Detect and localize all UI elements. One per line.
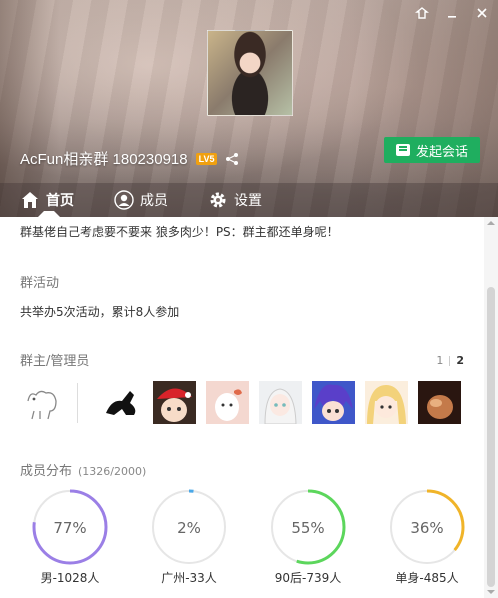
level-badge: LV5 <box>195 152 218 165</box>
stat-percent: 55% <box>291 519 325 537</box>
tab-members-label: 成员 <box>140 193 168 209</box>
group-name: AcFun相亲群 180230918 <box>20 151 188 168</box>
tab-home-label: 首页 <box>46 193 74 209</box>
stat-label: 男-1028人 <box>40 571 100 585</box>
member-count: (1326/2000) <box>78 465 147 478</box>
tab-settings[interactable]: 设置 <box>188 183 282 217</box>
chat-icon <box>395 144 410 156</box>
gear-icon <box>210 192 226 208</box>
admin-divider <box>77 382 78 423</box>
group-header: AcFun相亲群 180230918 LV5 发起会话 首页 成员 设置 <box>0 0 498 217</box>
admins-title: 群主/管理员 <box>20 354 90 369</box>
skin-icon[interactable] <box>414 6 430 22</box>
tab-settings-label: 设置 <box>234 193 262 209</box>
scroll-down-icon[interactable] <box>487 590 495 594</box>
tab-bar: 首页 成员 设置 <box>0 183 498 217</box>
home-icon <box>22 192 38 208</box>
home-content: 群基佬自己考虑要不要来 狼多肉少！PS：群主都还单身呢！ 群活动 共举办5次活动… <box>0 217 484 598</box>
admin-avatar-2[interactable] <box>153 381 196 424</box>
close-icon[interactable] <box>474 6 490 22</box>
scroll-up-icon[interactable] <box>487 221 495 225</box>
admin-avatar-5[interactable] <box>312 381 355 424</box>
admin-avatar-7[interactable] <box>418 381 461 424</box>
admin-avatar-3[interactable] <box>206 381 249 424</box>
pager-divider <box>449 355 451 366</box>
vertical-scrollbar[interactable] <box>484 217 498 598</box>
window-controls <box>414 6 490 22</box>
pager-page-2[interactable]: 2 <box>456 354 464 367</box>
stat-single[interactable]: 36% 单身-485人 <box>377 489 477 586</box>
admin-avatar-owner[interactable] <box>20 381 63 424</box>
start-chat-button[interactable]: 发起会话 <box>384 137 480 163</box>
stat-label: 广州-33人 <box>161 571 217 585</box>
stat-label: 单身-485人 <box>395 571 459 585</box>
members-heading: 成员分布 (1326/2000) <box>20 460 146 479</box>
stat-percent: 2% <box>177 519 201 537</box>
admin-avatar-1[interactable] <box>100 381 143 424</box>
start-chat-label: 发起会话 <box>415 144 468 160</box>
stat-label: 90后-739人 <box>274 571 342 585</box>
tab-home[interactable]: 首页 <box>0 183 94 217</box>
activity-text[interactable]: 共举办5次活动，累计8人参加 <box>20 303 179 320</box>
members-title: 成员分布 <box>20 464 73 479</box>
share-icon[interactable] <box>225 152 239 166</box>
admin-avatar-4[interactable] <box>259 381 302 424</box>
stat-gender[interactable]: 77% 男-1028人 <box>20 489 120 586</box>
admin-list <box>20 381 471 424</box>
group-avatar[interactable] <box>207 30 293 116</box>
tab-members[interactable]: 成员 <box>94 183 188 217</box>
stat-location[interactable]: 2% 广州-33人 <box>139 489 239 586</box>
admin-avatar-6[interactable] <box>365 381 408 424</box>
group-notice: 群基佬自己考虑要不要来 狼多肉少！PS：群主都还单身呢！ <box>20 225 339 239</box>
user-icon <box>114 190 134 210</box>
stat-percent: 36% <box>410 519 444 537</box>
stat-percent: 77% <box>53 519 87 537</box>
group-title: AcFun相亲群 180230918 LV5 <box>20 148 239 169</box>
stat-age[interactable]: 55% 90后-739人 <box>258 489 358 586</box>
admin-pager: 1 2 <box>436 354 464 367</box>
member-stats: 77% 男-1028人 2% 广州-33人 55% 90后-739人 36% 单… <box>20 489 470 589</box>
minimize-icon[interactable] <box>444 6 460 22</box>
scroll-thumb[interactable] <box>487 287 495 587</box>
pager-page-1[interactable]: 1 <box>436 354 443 367</box>
activity-title: 群活动 <box>20 276 60 291</box>
